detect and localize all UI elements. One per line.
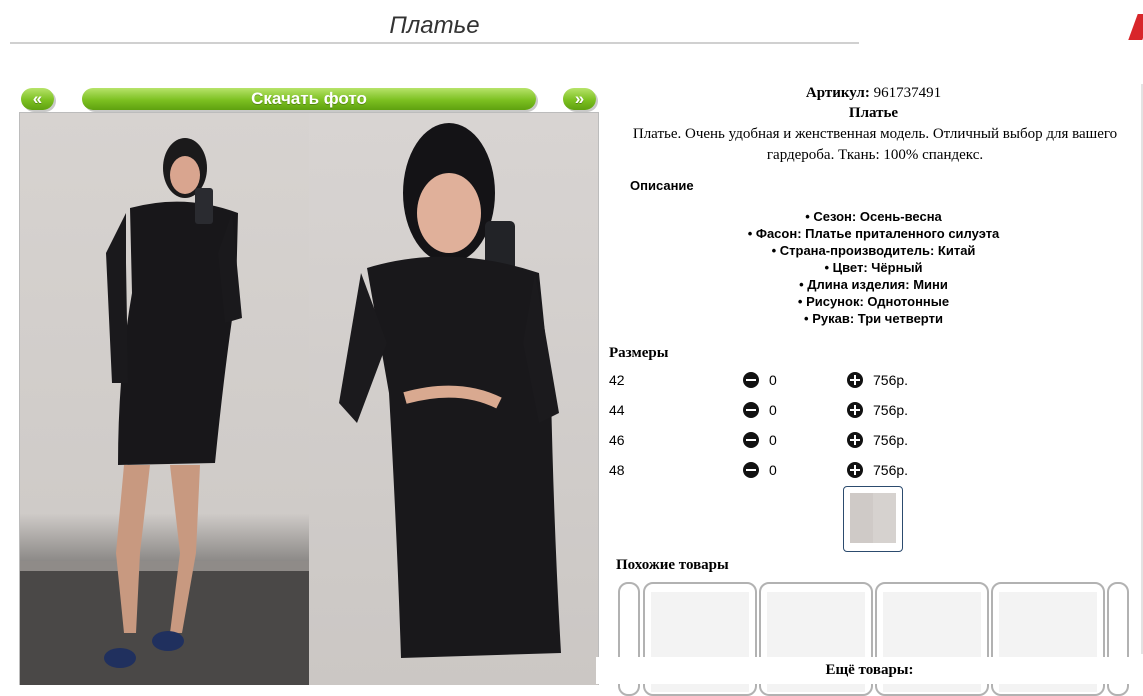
more-products-link[interactable]: Ещё товары: bbox=[596, 657, 1143, 684]
decrease-qty-button[interactable] bbox=[743, 462, 759, 478]
size-row: 46 0 756р. bbox=[609, 429, 929, 451]
article-value: 961737491 bbox=[873, 85, 942, 101]
article-line: Артикул: 961737491 bbox=[604, 84, 1143, 102]
size-label: 42 bbox=[609, 372, 625, 388]
product-photo-left bbox=[20, 113, 309, 685]
decrease-qty-button[interactable] bbox=[743, 372, 759, 388]
model-figure-right bbox=[339, 123, 561, 658]
feature-item: Цвет: Чёрный bbox=[604, 259, 1143, 276]
feature-item: Страна-производитель: Китай bbox=[604, 242, 1143, 259]
qty-value: 0 bbox=[769, 372, 777, 388]
price-value: 756р. bbox=[873, 372, 909, 388]
product-name: Платье bbox=[848, 105, 899, 121]
size-label: 46 bbox=[609, 432, 625, 448]
qty-value: 0 bbox=[769, 402, 777, 418]
price-value: 756р. bbox=[873, 462, 909, 478]
increase-qty-button[interactable] bbox=[847, 402, 863, 418]
decrease-qty-button[interactable] bbox=[743, 402, 759, 418]
size-label: 44 bbox=[609, 402, 625, 418]
similar-heading: Похожие товары bbox=[616, 557, 729, 573]
feature-item: Рисунок: Однотонные bbox=[604, 293, 1143, 310]
page-title: Платье bbox=[10, 10, 859, 44]
photo-thumbnail[interactable] bbox=[843, 486, 903, 552]
feature-item: Рукав: Три четверти bbox=[604, 310, 1143, 327]
increase-qty-button[interactable] bbox=[847, 462, 863, 478]
size-row: 42 0 756р. bbox=[609, 369, 929, 391]
article-label: Артикул: bbox=[805, 85, 870, 101]
download-photo-button[interactable]: Скачать фото bbox=[82, 88, 536, 110]
decrease-qty-button[interactable] bbox=[743, 432, 759, 448]
product-photo-right bbox=[309, 113, 598, 685]
qty-value: 0 bbox=[769, 432, 777, 448]
feature-item: Длина изделия: Мини bbox=[604, 276, 1143, 293]
corner-logo bbox=[1128, 14, 1143, 40]
size-row: 44 0 756р. bbox=[609, 399, 929, 421]
size-label: 48 bbox=[609, 462, 625, 478]
product-description: Платье. Очень удобная и женственная моде… bbox=[632, 126, 1118, 163]
increase-qty-button[interactable] bbox=[847, 372, 863, 388]
increase-qty-button[interactable] bbox=[847, 432, 863, 448]
feature-list: Сезон: Осень-весна Фасон: Платье притале… bbox=[604, 208, 1143, 327]
feature-item: Фасон: Платье приталенного силуэта bbox=[604, 225, 1143, 242]
qty-value: 0 bbox=[769, 462, 777, 478]
product-photo[interactable] bbox=[19, 112, 599, 685]
model-figure-left bbox=[20, 138, 309, 685]
thumbnail-image bbox=[850, 493, 896, 543]
price-value: 756р. bbox=[873, 432, 909, 448]
size-row: 48 0 756р. bbox=[609, 459, 929, 481]
next-photo-button[interactable]: » bbox=[563, 88, 596, 110]
feature-item: Сезон: Осень-весна bbox=[604, 208, 1143, 225]
prev-photo-button[interactable]: « bbox=[21, 88, 54, 110]
description-heading: Описание bbox=[630, 178, 694, 193]
price-value: 756р. bbox=[873, 402, 909, 418]
sizes-heading: Размеры bbox=[609, 345, 669, 361]
